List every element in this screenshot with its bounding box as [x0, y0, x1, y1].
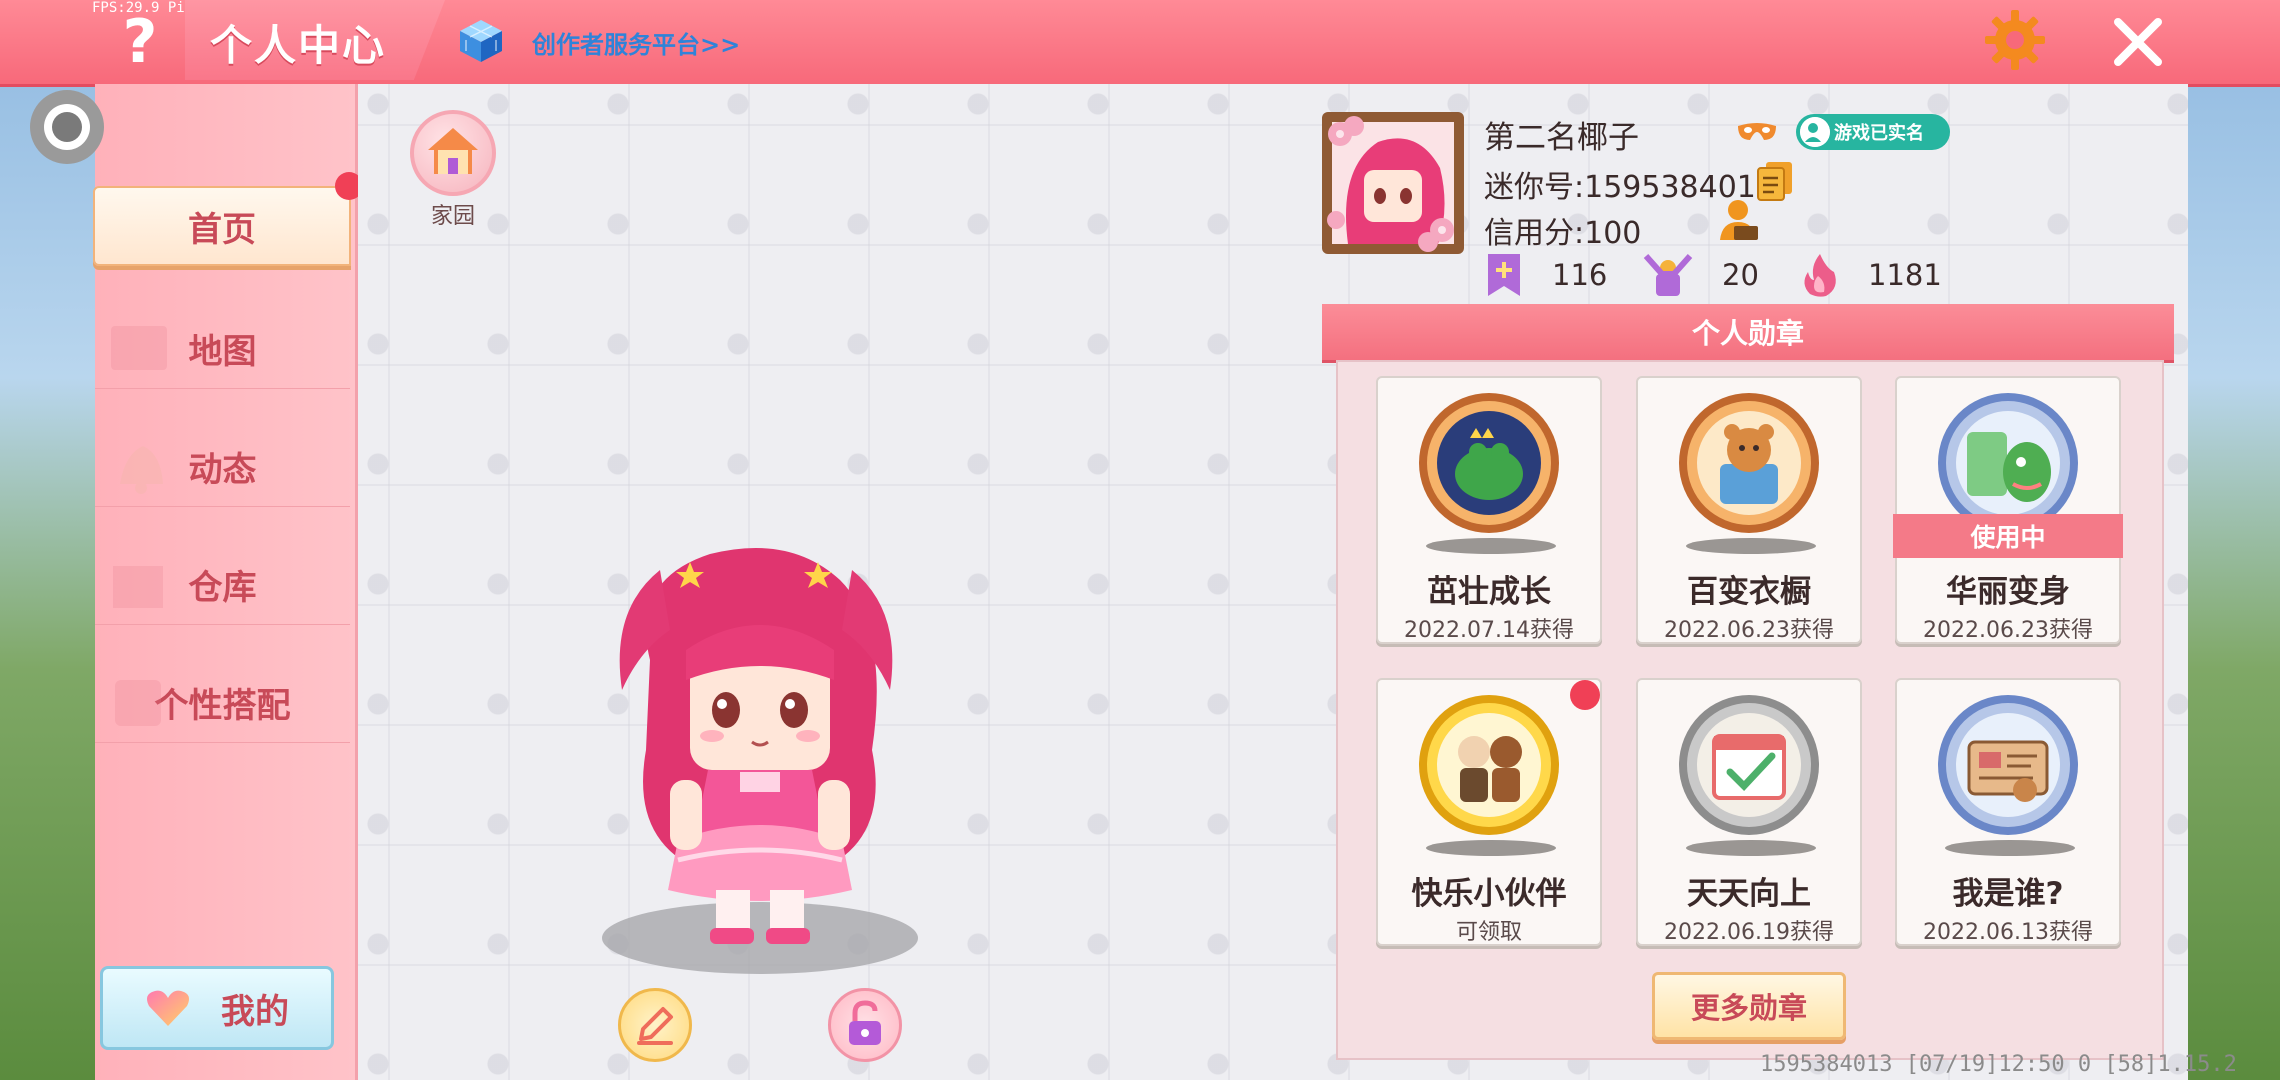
unlock-button[interactable]: [828, 988, 902, 1062]
id-card-medal-icon: [1938, 695, 2078, 835]
sidebar-item-label: 仓库: [188, 567, 257, 608]
badge-date: 2022.06.23获得: [1923, 618, 2093, 643]
creator-platform-link[interactable]: 创作者服务平台>>: [532, 25, 740, 60]
sidebar-item-label: 地图: [188, 331, 257, 372]
top-bar: FPS:29.9 Ping:0 ? 个人中心 创作者服务平台>>: [0, 0, 2280, 87]
sidebar-item-feed[interactable]: 动态: [95, 426, 350, 507]
heart-icon: [147, 990, 189, 1026]
badge-card-buddy[interactable]: 快乐小伙伴 可领取: [1376, 678, 1602, 946]
badge-name: 我是谁?: [1952, 876, 2064, 912]
username: 第二名椰子: [1484, 120, 1639, 156]
realname-verified-badge[interactable]: 游戏已实名: [1796, 114, 1950, 150]
badge-status: 可领取: [1455, 920, 1522, 945]
more-badges-label: 更多勋章: [1690, 991, 1807, 1025]
sidebar-item-label: 首页: [188, 209, 256, 250]
medal-shadow: [1426, 840, 1556, 856]
badge-name: 快乐小伙伴: [1411, 876, 1567, 912]
badge-card-transform[interactable]: 使用中 华丽变身 2022.06.23获得: [1893, 376, 2123, 644]
friend-icon[interactable]: [1718, 198, 1760, 242]
stat-favorites-value: 116: [1552, 258, 1608, 292]
profile-avatar[interactable]: [1318, 108, 1468, 258]
badge-date: 2022.07.14获得: [1404, 618, 1574, 643]
personal-badges-header: 个人勋章: [1322, 304, 2174, 363]
map-icon: [111, 326, 167, 370]
version-info: 1595384013 [07/19]12:50 0 [58]1.15.2: [1760, 1052, 2237, 1077]
home-button[interactable]: [410, 110, 496, 196]
medal-shadow: [1426, 538, 1556, 554]
stat-fans-value: 20: [1722, 258, 1759, 292]
copy-icon[interactable]: [1756, 160, 1794, 202]
badge-date: 2022.06.23获得: [1664, 618, 1834, 643]
medal-shadow: [1686, 840, 1816, 856]
medal-shadow: [1945, 840, 2075, 856]
sidebar-item-map[interactable]: 地图: [95, 308, 350, 389]
stat-popularity: 1181: [1800, 252, 1942, 298]
realname-badge-label: 游戏已实名: [1834, 123, 1924, 144]
pencil-icon: [637, 1007, 673, 1045]
edit-button[interactable]: [618, 988, 692, 1062]
stat-popularity-value: 1181: [1868, 258, 1942, 292]
sidebar-item-storage[interactable]: 仓库: [95, 544, 350, 625]
unlock-icon: [849, 1000, 881, 1045]
badge-card-who[interactable]: 我是谁? 2022.06.13获得: [1895, 678, 2121, 946]
frog-medal-icon: [1419, 393, 1559, 533]
floating-record-icon[interactable]: [30, 90, 104, 164]
medal-shadow: [1686, 538, 1816, 554]
bell-icon: [120, 446, 163, 494]
badge-name: 百变衣橱: [1687, 574, 1811, 610]
claimable-dot: [1570, 680, 1600, 710]
calendar-medal-icon: [1679, 695, 1819, 835]
player-avatar-character[interactable]: [590, 540, 930, 980]
sidebar-item-home[interactable]: 首页: [93, 186, 351, 266]
outfit-icon: [115, 680, 161, 726]
stat-fans: 20: [1642, 252, 1759, 298]
mine-label: 我的: [221, 991, 289, 1032]
person-check-icon: [1800, 117, 1830, 147]
question-mark-icon[interactable]: ?: [112, 12, 168, 72]
badge-date: 2022.06.13获得: [1923, 920, 2093, 945]
sidebar-item-label: 动态: [188, 449, 257, 490]
personal-badges-title: 个人勋章: [1691, 317, 1804, 350]
mine-button[interactable]: 我的: [100, 966, 334, 1050]
credit-score: 信用分:100: [1484, 216, 1642, 251]
stat-favorites: 116: [1484, 252, 1607, 298]
badge-name: 天天向上: [1687, 876, 1811, 912]
close-icon[interactable]: [2108, 12, 2168, 72]
house-icon: [428, 128, 478, 174]
badge-date: 2022.06.19获得: [1664, 920, 1834, 945]
gear-icon[interactable]: [1983, 8, 2047, 72]
sidebar-item-outfit[interactable]: 个性搭配: [95, 662, 350, 743]
badge-card-wardrobe[interactable]: 百变衣橱 2022.06.23获得: [1636, 376, 1862, 644]
badge-card-grow[interactable]: 茁壮成长 2022.07.14获得: [1376, 376, 1602, 644]
sidebar: 首页 地图 动态 仓库 个性搭配: [93, 84, 358, 1080]
badge-name: 华丽变身: [1946, 574, 2070, 610]
creator-cube-icon[interactable]: [458, 18, 504, 64]
more-badges-button[interactable]: 更多勋章: [1652, 972, 1846, 1040]
page-title: 个人中心: [210, 21, 387, 70]
friends-medal-icon: [1419, 695, 1559, 835]
bookmark-plus-icon: [1488, 254, 1520, 296]
warehouse-icon: [113, 566, 163, 608]
bear-wardrobe-medal-icon: [1679, 393, 1819, 533]
cheering-person-icon: [1643, 254, 1693, 296]
in-use-tag: 使用中: [1893, 514, 2123, 558]
home-label: 家园: [430, 204, 475, 229]
badge-name: 茁壮成长: [1427, 574, 1551, 610]
mask-icon[interactable]: [1736, 120, 1778, 144]
badge-card-daily[interactable]: 天天向上 2022.06.19获得: [1636, 678, 1862, 946]
flame-icon: [1804, 254, 1836, 297]
